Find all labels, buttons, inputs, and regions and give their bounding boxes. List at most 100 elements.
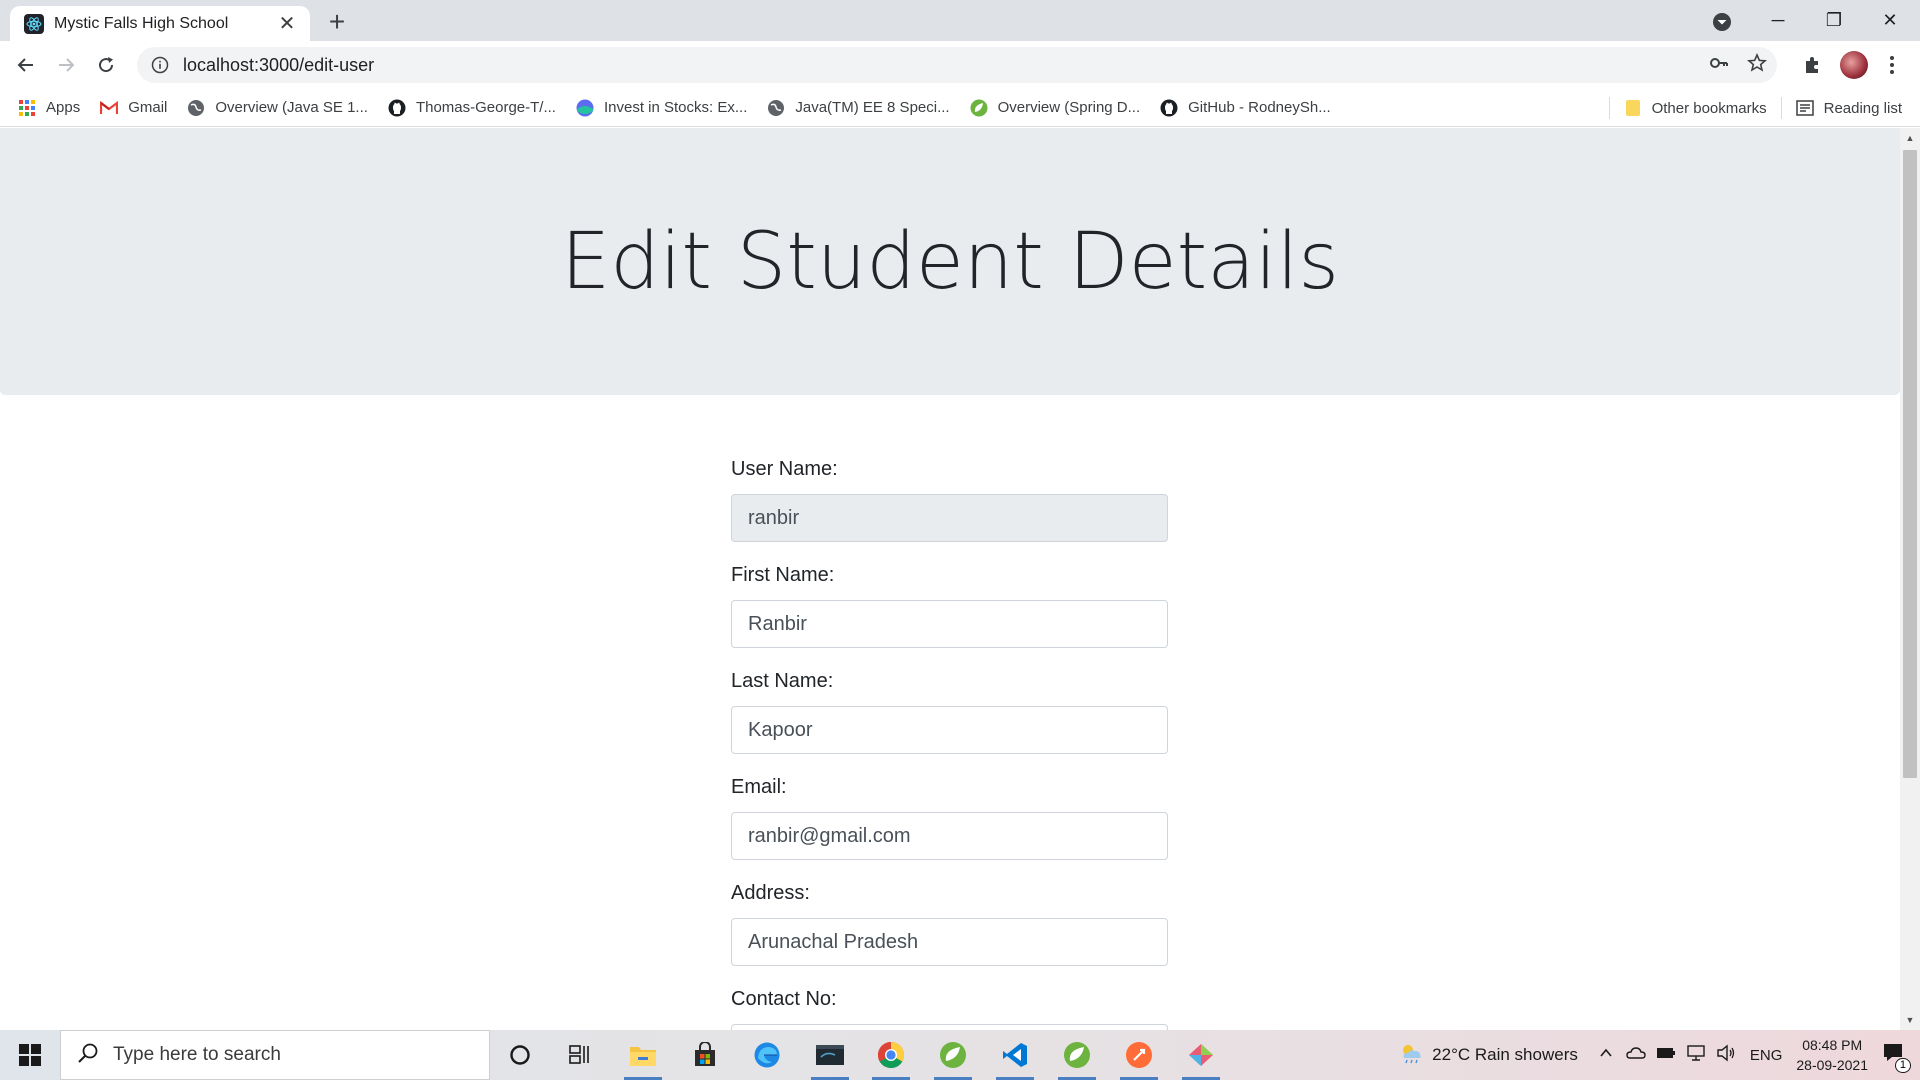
last-name-group: Last Name: [731, 670, 1168, 754]
address-label: Address: [731, 882, 810, 904]
browser-toolbar: localhost:3000/edit-user [0, 41, 1920, 89]
bookmark-label: Java(TM) EE 8 Speci... [795, 99, 950, 116]
spring-tool-icon[interactable] [928, 1030, 978, 1080]
last-name-field[interactable] [731, 706, 1168, 754]
task-view-icon[interactable] [555, 1030, 605, 1080]
contact-group: Contact No: [731, 988, 1168, 1030]
bookmark-github-rodney[interactable]: GitHub - RodneySh... [1160, 99, 1331, 117]
first-name-label: First Name: [731, 564, 835, 586]
page-header: Edit Student Details [0, 128, 1900, 395]
postman-icon[interactable] [1114, 1030, 1164, 1080]
other-bookmarks-label: Other bookmarks [1651, 99, 1767, 117]
github-icon [388, 99, 406, 117]
chevron-up-icon[interactable] [1598, 1045, 1614, 1066]
cortana-icon[interactable] [495, 1030, 545, 1080]
bookmarks-divider [1608, 97, 1610, 119]
last-name-label: Last Name: [731, 670, 834, 692]
reload-icon[interactable] [90, 49, 122, 81]
weather-icon[interactable] [1398, 1042, 1424, 1069]
bookmark-spring[interactable]: Overview (Spring D... [970, 99, 1141, 117]
menu-kebab-icon[interactable] [1876, 49, 1908, 81]
tab-active[interactable]: Mystic Falls High School ✕ [10, 6, 310, 41]
bookmark-apps[interactable]: Apps [18, 99, 80, 117]
bookmark-java-ee[interactable]: Java(TM) EE 8 Speci... [767, 99, 950, 117]
weather-text[interactable]: 22°C Rain showers [1432, 1045, 1578, 1065]
language-indicator[interactable]: ENG [1750, 1047, 1783, 1064]
volume-icon[interactable] [1716, 1044, 1736, 1067]
new-tab-button[interactable]: + [322, 7, 352, 37]
url-text: localhost:3000/edit-user [183, 54, 375, 75]
bookmark-label: Overview (Spring D... [997, 99, 1141, 116]
stocks-icon [576, 99, 594, 117]
bookmark-label: Apps [46, 99, 81, 116]
tab-close-icon[interactable]: ✕ [276, 13, 298, 35]
github-icon [1160, 99, 1178, 117]
edit-student-form: User Name: First Name: Last Name: Email:… [731, 458, 1168, 1030]
page-title: Edit Student Details [560, 216, 1340, 307]
mysql-icon[interactable] [805, 1030, 855, 1080]
spring-tool-icon[interactable] [1052, 1030, 1102, 1080]
address-field[interactable] [731, 918, 1168, 966]
address-bar[interactable]: localhost:3000/edit-user [137, 47, 1777, 83]
taskbar-search-input[interactable]: Type here to search [60, 1030, 490, 1080]
search-placeholder: Type here to search [113, 1044, 281, 1065]
store-icon[interactable] [680, 1030, 730, 1080]
scroll-up-icon[interactable]: ▲ [1900, 130, 1920, 146]
bookmark-label: Overview (Java SE 1... [215, 99, 368, 116]
bookmark-label: Gmail [128, 99, 168, 116]
bookmark-invest-stocks[interactable]: Invest in Stocks: Ex... [576, 99, 747, 117]
username-group: User Name: [731, 458, 1168, 542]
window-close-button[interactable]: ✕ [1862, 0, 1918, 41]
scroll-down-icon[interactable]: ▼ [1900, 1012, 1920, 1028]
bookmarks-divider [1780, 97, 1782, 119]
folder-icon [1624, 99, 1642, 117]
edge-icon[interactable] [742, 1030, 792, 1080]
profile-avatar[interactable] [1838, 49, 1870, 81]
windows-taskbar: Type here to search 22°C Rain showers EN… [0, 1030, 1920, 1080]
tab-search-icon[interactable] [1710, 10, 1734, 34]
network-icon[interactable] [1686, 1044, 1706, 1067]
bookmark-label: Invest in Stocks: Ex... [603, 99, 748, 116]
notification-icon[interactable]: 1 [1882, 1042, 1911, 1073]
clock-date: 28-09-2021 [1796, 1057, 1868, 1073]
page-viewport: Edit Student Details User Name: First Na… [0, 128, 1900, 1030]
notification-badge: 1 [1894, 1057, 1911, 1073]
email-label: Email: [731, 776, 787, 798]
reading-list-icon [1795, 99, 1814, 117]
back-icon[interactable] [10, 49, 42, 81]
bookmark-gmail[interactable]: Gmail [100, 99, 167, 117]
first-name-group: First Name: [731, 564, 1168, 648]
extensions-icon[interactable] [1796, 49, 1828, 81]
scroll-thumb[interactable] [1903, 150, 1917, 778]
reading-list[interactable]: Reading list [1795, 99, 1902, 117]
email-group: Email: [731, 776, 1168, 860]
git-icon[interactable] [1176, 1030, 1226, 1080]
maximize-button[interactable]: ❐ [1806, 0, 1862, 41]
bookmark-java-se[interactable]: Overview (Java SE 1... [187, 99, 368, 117]
gmail-icon [100, 99, 119, 117]
username-field[interactable] [731, 494, 1168, 542]
first-name-field[interactable] [731, 600, 1168, 648]
clock[interactable]: 08:48 PM 28-09-2021 [1796, 1035, 1868, 1075]
onedrive-icon[interactable] [1626, 1045, 1646, 1066]
bookmarks-bar: Apps Gmail Overview (Java SE 1... Thomas… [0, 89, 1920, 127]
file-explorer-icon[interactable] [618, 1030, 668, 1080]
search-icon [77, 1042, 99, 1069]
react-icon [24, 13, 44, 34]
bookmark-thomas-george[interactable]: Thomas-George-T/... [388, 99, 556, 117]
bookmark-label: GitHub - RodneySh... [1188, 99, 1331, 116]
other-bookmarks[interactable]: Other bookmarks [1624, 99, 1767, 117]
forward-icon[interactable] [50, 49, 82, 81]
star-icon[interactable] [1747, 53, 1767, 78]
page-scrollbar[interactable]: ▲ ▼ [1900, 128, 1920, 1030]
key-icon[interactable] [1709, 53, 1729, 78]
windows-start-icon[interactable] [0, 1030, 60, 1080]
vscode-icon[interactable] [990, 1030, 1040, 1080]
site-info-icon[interactable] [151, 56, 169, 74]
chrome-icon[interactable] [866, 1030, 916, 1080]
bookmarks-right-group: Other bookmarks Reading list [1595, 89, 1902, 127]
email-field[interactable] [731, 812, 1168, 860]
battery-icon[interactable] [1656, 1046, 1676, 1065]
minimize-button[interactable]: ─ [1750, 0, 1806, 41]
tab-title: Mystic Falls High School [54, 14, 229, 32]
